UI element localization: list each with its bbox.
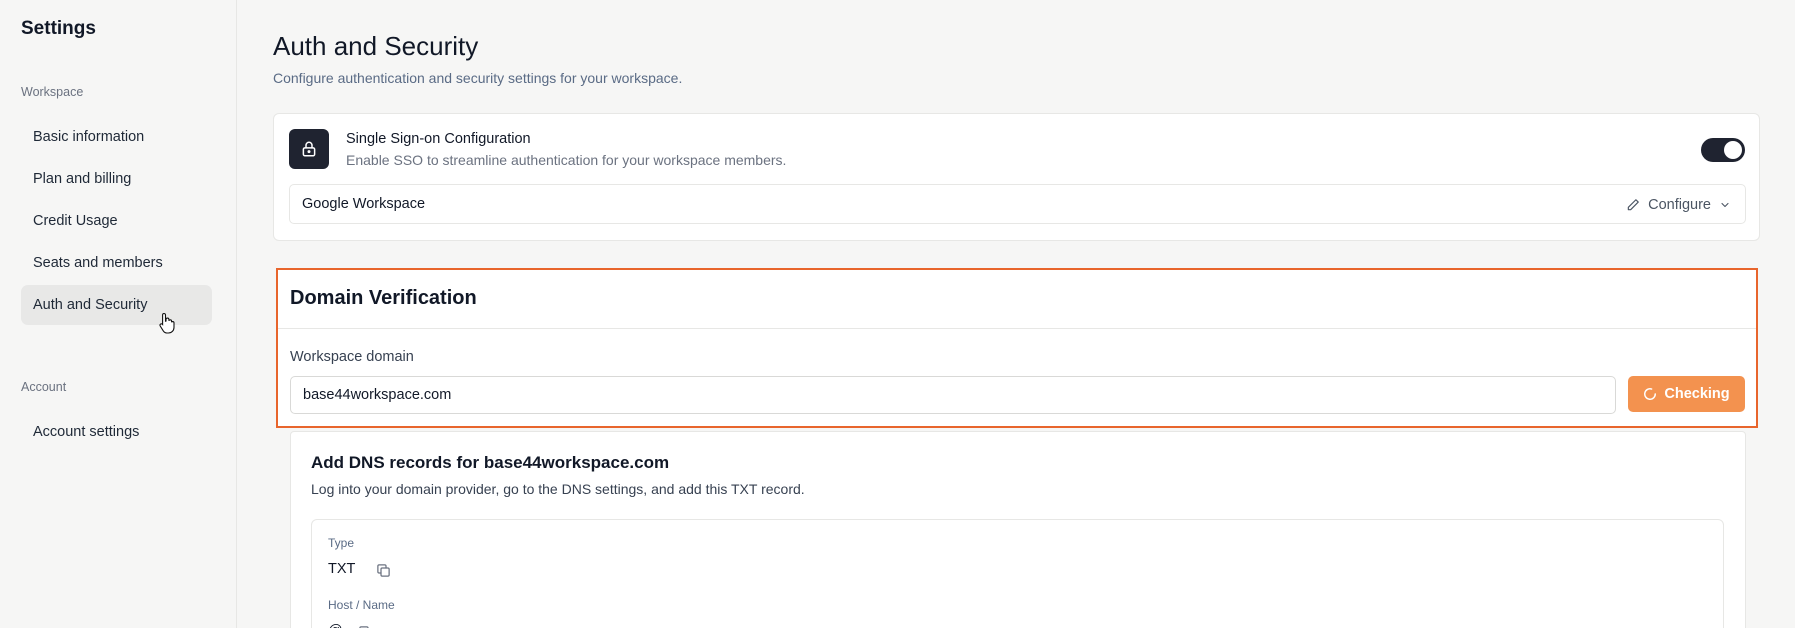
- workspace-section-label: Workspace: [21, 85, 84, 99]
- host-name-label: Host / Name: [328, 598, 395, 612]
- spinner-icon: [1644, 388, 1657, 400]
- provider-name: Google Workspace: [302, 196, 426, 212]
- sidebar-item-label: Plan and billing: [33, 171, 132, 187]
- main-content: Auth and Security Configure authenticati…: [238, 0, 1795, 628]
- sidebar-item-plan-and-billing[interactable]: Plan and billing: [21, 159, 212, 199]
- sso-title: Single Sign-on Configuration: [346, 131, 531, 147]
- divider: [278, 328, 1756, 329]
- sidebar-item-account-settings[interactable]: Account settings: [21, 412, 212, 452]
- settings-sidebar: Settings Workspace Basic information Pla…: [0, 0, 237, 628]
- domain-verification-section: Domain Verification Workspace domain Che…: [276, 268, 1758, 428]
- page-title: Auth and Security: [273, 31, 479, 61]
- workspace-domain-label: Workspace domain: [290, 349, 414, 365]
- hand-cursor-icon: [159, 312, 175, 334]
- sidebar-item-label: Basic information: [33, 129, 145, 145]
- sidebar-item-credit-usage[interactable]: Credit Usage: [21, 201, 212, 241]
- domain-verification-title: Domain Verification: [290, 287, 477, 309]
- account-section-label: Account: [21, 380, 67, 394]
- chevron-down-icon: [1721, 202, 1729, 208]
- type-value: TXT: [328, 561, 356, 577]
- sso-provider-row[interactable]: Google Workspace Configure: [289, 184, 1746, 224]
- sidebar-item-label: Credit Usage: [33, 213, 118, 229]
- dns-record-box: Type TXT Host / Name @: [311, 519, 1724, 628]
- configure-button[interactable]: Configure: [1626, 195, 1731, 215]
- checking-button[interactable]: Checking: [1628, 376, 1745, 412]
- sidebar-item-label: Account settings: [33, 424, 140, 440]
- configure-label: Configure: [1648, 197, 1711, 213]
- page-subtitle: Configure authentication and security se…: [273, 70, 683, 86]
- type-label: Type: [328, 536, 355, 550]
- sso-description: Enable SSO to streamline authentication …: [346, 152, 787, 168]
- sidebar-item-seats-and-members[interactable]: Seats and members: [21, 243, 212, 283]
- pencil-icon: [1627, 199, 1639, 211]
- lock-icon: [289, 129, 329, 169]
- sso-toggle[interactable]: [1701, 138, 1745, 162]
- dns-records-card: Add DNS records for base44workspace.com …: [290, 431, 1746, 628]
- sidebar-item-basic-information[interactable]: Basic information: [21, 117, 212, 157]
- toggle-knob: [1724, 141, 1742, 159]
- copy-icon[interactable]: [376, 563, 391, 578]
- workspace-domain-input[interactable]: [290, 376, 1616, 414]
- dns-title: Add DNS records for base44workspace.com: [311, 453, 670, 472]
- sidebar-item-label: Seats and members: [33, 255, 163, 271]
- dns-description: Log into your domain provider, go to the…: [311, 481, 805, 497]
- sidebar-item-auth-and-security[interactable]: Auth and Security: [21, 285, 212, 325]
- host-name-value: @: [328, 623, 343, 628]
- sidebar-item-label: Auth and Security: [33, 297, 148, 313]
- sso-card: Single Sign-on Configuration Enable SSO …: [273, 113, 1760, 241]
- checking-label: Checking: [1664, 386, 1730, 402]
- sidebar-title: Settings: [21, 18, 96, 39]
